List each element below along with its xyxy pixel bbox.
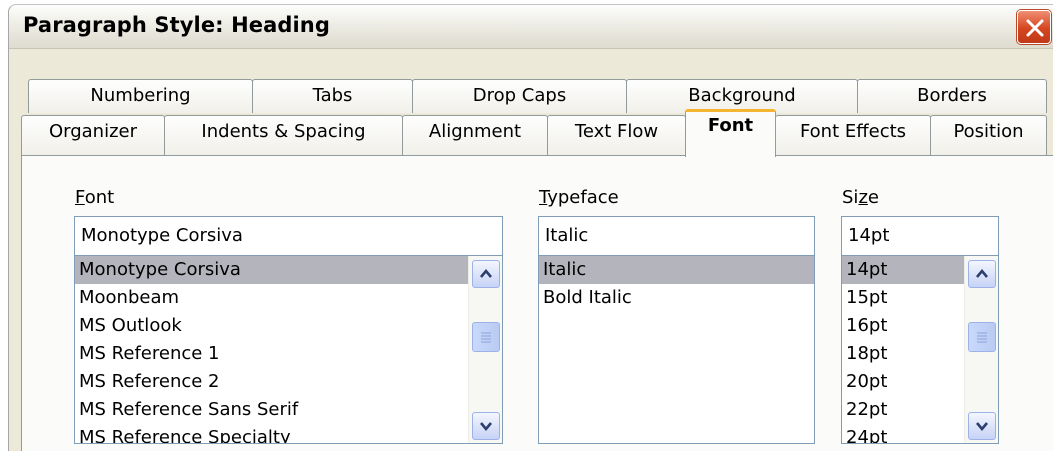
font-list[interactable]: Monotype Corsiva Moonbeam MS Outlook MS … <box>74 255 503 444</box>
title-bar[interactable]: Paragraph Style: Heading <box>9 5 1053 49</box>
chevron-down-icon <box>480 422 492 432</box>
size-label: Size <box>842 187 879 208</box>
typeface-input[interactable]: Italic <box>538 216 815 256</box>
list-item[interactable]: Italic <box>539 256 814 284</box>
typeface-label: Typeface <box>539 187 619 208</box>
chevron-up-icon <box>976 268 988 278</box>
tab-drop-caps[interactable]: Drop Caps <box>412 79 627 113</box>
list-item[interactable]: MS Reference Specialty <box>75 424 502 443</box>
size-list-scrollbar[interactable] <box>964 256 998 443</box>
font-list-scrollbar[interactable] <box>468 256 502 443</box>
tab-font[interactable]: Font <box>685 109 776 157</box>
font-label: Font <box>75 187 115 208</box>
tab-background[interactable]: Background <box>626 79 858 113</box>
grip-icon <box>481 332 491 343</box>
tab-numbering[interactable]: Numbering <box>28 79 253 113</box>
tab-text-flow[interactable]: Text Flow <box>547 115 686 155</box>
tab-indents-spacing[interactable]: Indents & Spacing <box>164 115 403 155</box>
size-input[interactable]: 14pt <box>841 216 999 256</box>
list-item[interactable]: Bold Italic <box>539 284 814 312</box>
scroll-down-button[interactable] <box>472 412 500 440</box>
dialog-title: Paragraph Style: Heading <box>23 13 330 37</box>
tab-tabs[interactable]: Tabs <box>252 79 413 113</box>
list-item[interactable]: MS Reference 2 <box>75 368 502 396</box>
scroll-up-button[interactable] <box>472 260 500 288</box>
list-item[interactable]: Moonbeam <box>75 284 502 312</box>
grip-icon <box>977 332 987 343</box>
chevron-down-icon <box>976 422 988 432</box>
scroll-thumb[interactable] <box>472 322 500 352</box>
tab-organizer[interactable]: Organizer <box>21 115 165 155</box>
list-item[interactable]: MS Reference Sans Serif <box>75 396 502 424</box>
size-list[interactable]: 14pt 15pt 16pt 18pt 20pt 22pt 24pt <box>841 255 999 444</box>
tab-font-effects[interactable]: Font Effects <box>775 115 931 155</box>
scroll-thumb[interactable] <box>968 322 996 352</box>
typeface-list[interactable]: Italic Bold Italic <box>538 255 815 444</box>
list-item[interactable]: MS Outlook <box>75 312 502 340</box>
tab-alignment[interactable]: Alignment <box>402 115 548 155</box>
tab-borders[interactable]: Borders <box>857 79 1047 113</box>
scroll-up-button[interactable] <box>968 260 996 288</box>
font-name-input[interactable]: Monotype Corsiva <box>74 216 503 256</box>
dialog-window: Paragraph Style: Heading Numbering Tabs … <box>8 4 1053 451</box>
scroll-down-button[interactable] <box>968 412 996 440</box>
close-icon <box>1026 19 1044 37</box>
close-button[interactable] <box>1017 10 1051 44</box>
chevron-up-icon <box>480 268 492 278</box>
tab-position[interactable]: Position <box>930 115 1047 155</box>
list-item[interactable]: MS Reference 1 <box>75 340 502 368</box>
list-item[interactable]: Monotype Corsiva <box>75 256 502 284</box>
